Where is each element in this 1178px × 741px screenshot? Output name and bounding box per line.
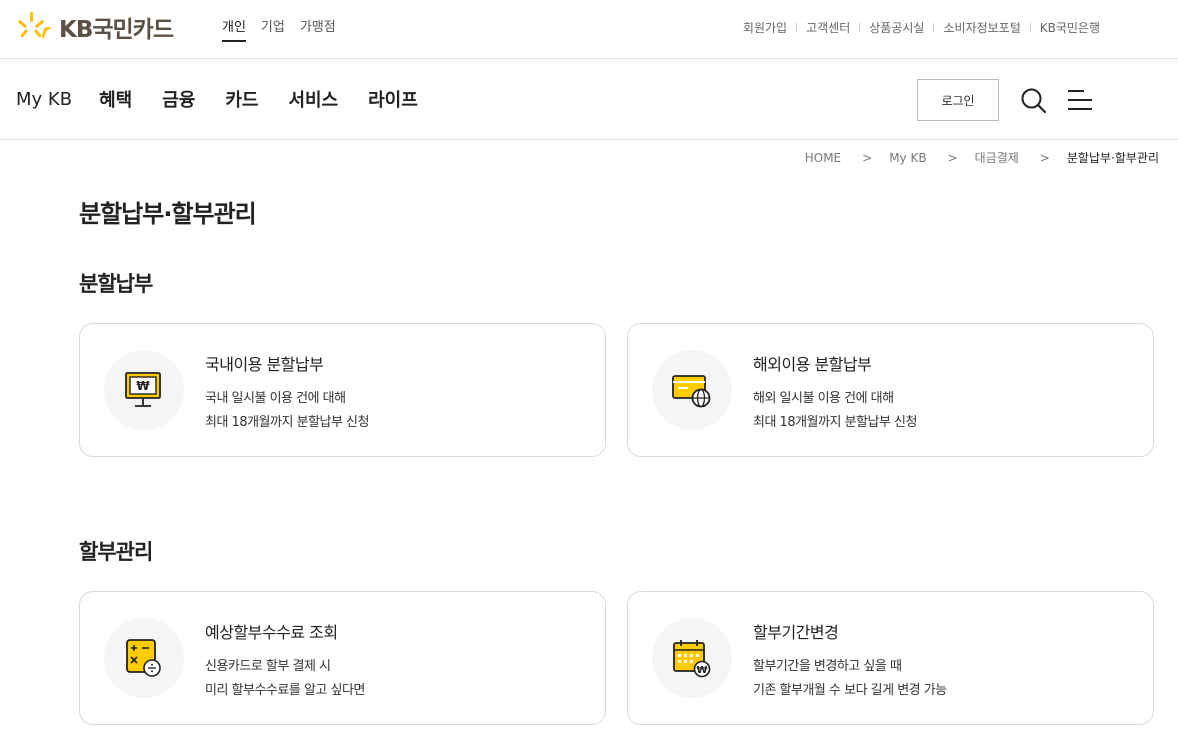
breadcrumb-chevron-icon: >	[862, 150, 873, 165]
util-divider	[796, 23, 798, 32]
calendar-won-icon: ₩	[673, 640, 711, 678]
card-installment-period-change[interactable]: ₩ 할부기간변경 할부기간을 변경하고 싶을 때 기존 할부개월 수 보다 길게…	[627, 591, 1154, 725]
card-icon-wrap	[652, 350, 732, 430]
calculator-icon	[126, 639, 161, 677]
svg-text:₩: ₩	[696, 665, 707, 676]
util-divider	[1029, 23, 1031, 32]
util-link-consumer-portal[interactable]: 소비자정보포털	[943, 19, 1020, 36]
breadcrumb-mykb[interactable]: My KB	[889, 151, 926, 165]
card-description: 해외 일시불 이용 건에 대해	[753, 391, 894, 406]
nav-item-life[interactable]: 라이프	[368, 86, 418, 112]
svg-text:₩: ₩	[136, 379, 150, 393]
top-utility-bar: KB국민카드 개인 기업 가맹점 회원가입 고객센터 상품공시실 소비자정보포털…	[0, 0, 1178, 59]
breadcrumb-chevron-icon: >	[947, 150, 958, 165]
card-icon-wrap: ₩	[104, 350, 184, 430]
breadcrumb: HOME > My KB > 대금결제 > 분할납부·할부관리	[805, 149, 1159, 166]
util-link-customer-center[interactable]: 고객센터	[806, 19, 850, 36]
nav-item-mykb[interactable]: My KB	[14, 89, 75, 110]
card-domestic-split-payment[interactable]: ₩ 국내이용 분할납부 국내 일시불 이용 건에 대해 최대 18개월까지 분할…	[79, 323, 606, 457]
card-expected-fee-inquiry[interactable]: 예상할부수수료 조회 신용카드로 할부 결제 시 미리 할부수수료를 알고 싶다…	[79, 591, 606, 725]
card-description: 기존 할부개월 수 보다 길게 변경 가능	[753, 683, 947, 698]
card-description: 최대 18개월까지 분할납부 신청	[205, 415, 369, 430]
breadcrumb-home[interactable]: HOME	[805, 151, 841, 165]
main-navigation: My KB 혜택 금융 카드 서비스 라이프 로그인	[0, 59, 1178, 140]
card-title: 할부기간변경	[753, 623, 839, 642]
card-description: 최대 18개월까지 분할납부 신청	[753, 415, 917, 430]
breadcrumb-payment[interactable]: 대금결제	[975, 149, 1019, 166]
nav-item-finance[interactable]: 금융	[162, 86, 195, 112]
all-menu-button[interactable]	[1066, 87, 1094, 113]
tab-corporate[interactable]: 기업	[261, 16, 285, 42]
page-title: 분할납부·할부관리	[79, 200, 257, 228]
card-title: 해외이용 분할납부	[753, 355, 872, 374]
login-button[interactable]: 로그인	[917, 79, 999, 121]
logo-text: KB국민카드	[59, 17, 174, 43]
card-title: 예상할부수수료 조회	[205, 623, 338, 642]
card-description: 신용카드로 할부 결제 시	[205, 659, 331, 674]
nav-item-card[interactable]: 카드	[225, 86, 258, 112]
util-link-kb-bank[interactable]: KB국민은행	[1040, 19, 1100, 36]
util-link-signup[interactable]: 회원가입	[743, 19, 787, 36]
card-description: 미리 할부수수료를 알고 싶다면	[205, 683, 365, 698]
card-description: 국내 일시불 이용 건에 대해	[205, 391, 346, 406]
search-button[interactable]	[1019, 86, 1049, 116]
card-icon-wrap: ₩	[652, 618, 732, 698]
utility-links: 회원가입 고객센터 상품공시실 소비자정보포털 KB국민은행	[743, 19, 1100, 36]
nav-item-service[interactable]: 서비스	[288, 86, 338, 112]
nav-item-benefits[interactable]: 혜택	[99, 86, 132, 112]
card-description: 할부기간을 변경하고 싶을 때	[753, 659, 902, 674]
kb-star-logo-icon	[18, 12, 52, 40]
util-divider	[859, 23, 861, 32]
card-globe-icon	[672, 375, 711, 408]
card-icon-wrap	[104, 618, 184, 698]
hamburger-menu-icon	[1068, 90, 1092, 110]
gnb-menu: My KB 혜택 금융 카드 서비스 라이프	[14, 86, 448, 112]
monitor-won-icon: ₩	[125, 372, 161, 407]
card-overseas-split-payment[interactable]: 해외이용 분할납부 해외 일시불 이용 건에 대해 최대 18개월까지 분할납부…	[627, 323, 1154, 457]
section-title-installment-management: 할부관리	[79, 540, 153, 564]
search-icon	[1021, 88, 1047, 114]
site-tabs: 개인 기업 가맹점	[222, 16, 336, 42]
card-title: 국내이용 분할납부	[205, 355, 324, 374]
util-divider	[933, 23, 935, 32]
section-title-installment-split: 분할납부	[79, 272, 153, 296]
tab-merchant[interactable]: 가맹점	[300, 16, 336, 42]
util-link-product-disclosure[interactable]: 상품공시실	[869, 19, 924, 36]
kb-card-logo[interactable]: KB국민카드	[18, 12, 174, 43]
breadcrumb-current: 분할납부·할부관리	[1066, 151, 1159, 165]
breadcrumb-chevron-icon: >	[1039, 150, 1050, 165]
tab-personal[interactable]: 개인	[222, 16, 246, 42]
